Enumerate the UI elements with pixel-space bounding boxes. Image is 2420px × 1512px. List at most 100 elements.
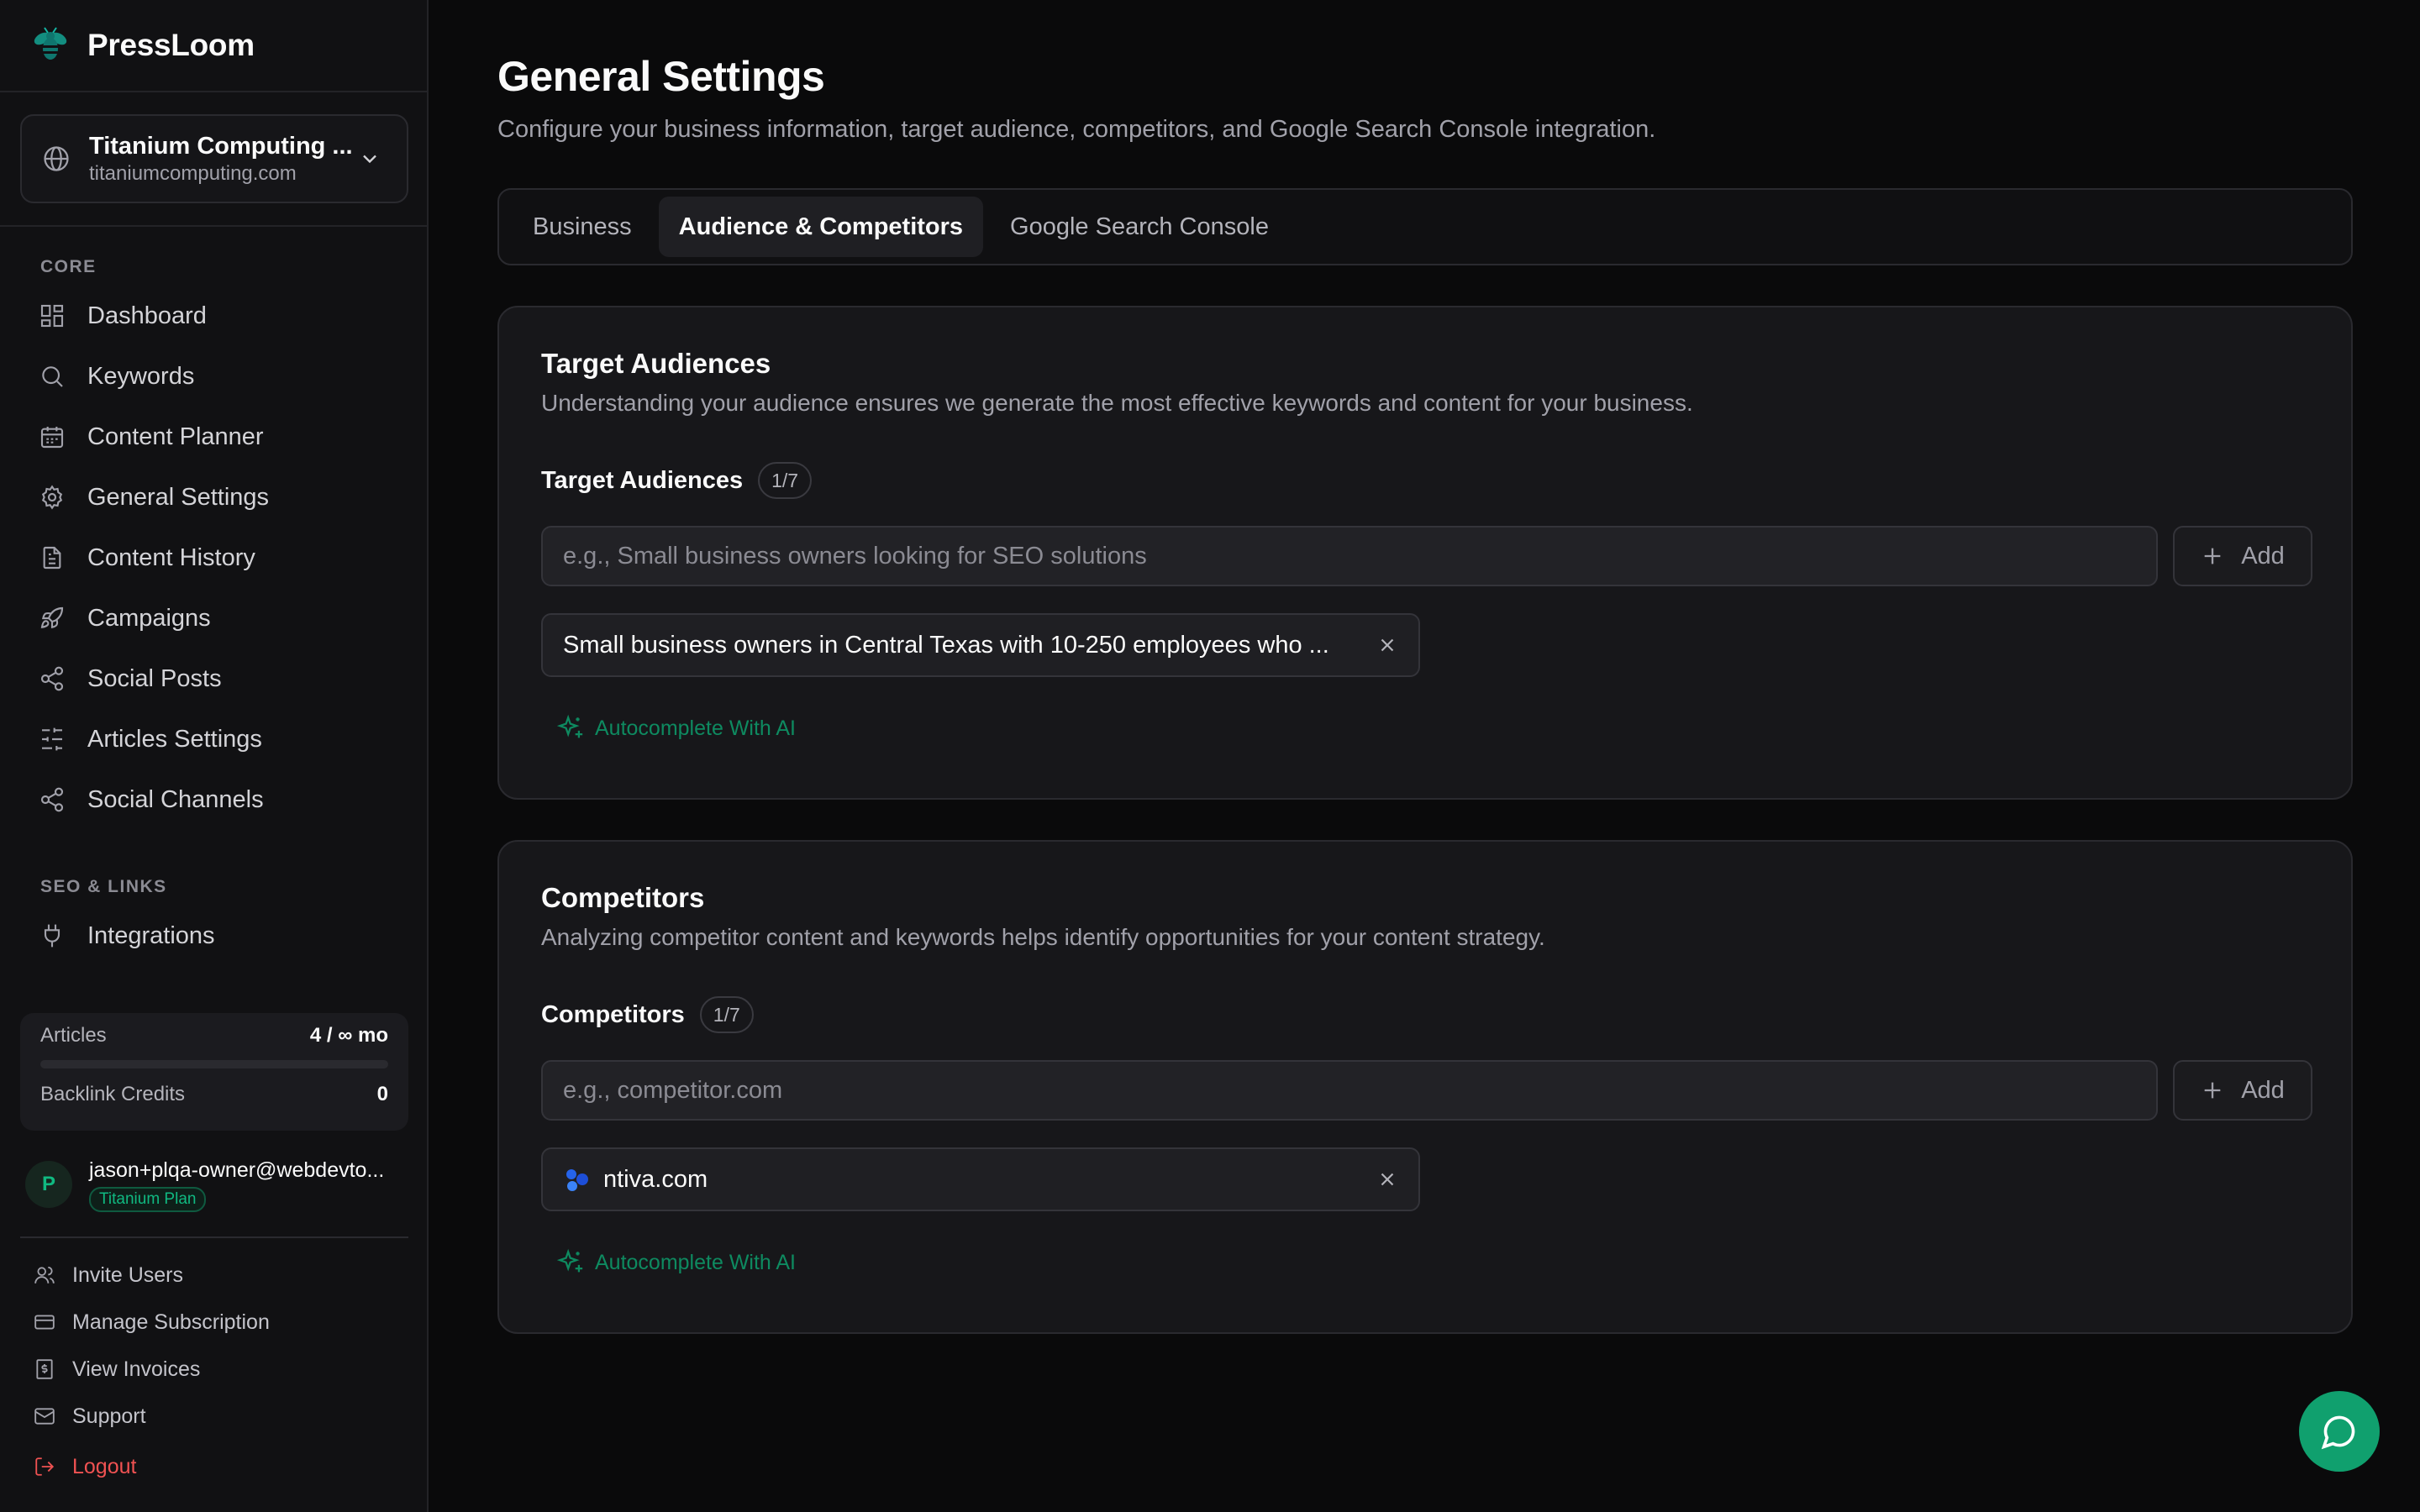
support-label: Support — [72, 1404, 146, 1428]
users-icon — [34, 1264, 55, 1286]
articles-label: Articles — [40, 1024, 107, 1047]
calendar-icon — [39, 423, 66, 450]
sidebar-item-label: Content Planner — [87, 423, 264, 450]
chat-button[interactable] — [2299, 1391, 2380, 1472]
sidebar-item-label: Keywords — [87, 362, 195, 390]
support-link[interactable]: Support — [0, 1393, 427, 1440]
bee-logo-icon — [30, 25, 71, 66]
tab-audience-competitors[interactable]: Audience & Competitors — [658, 197, 984, 257]
competitor-input[interactable] — [541, 1060, 2158, 1121]
globe-icon — [42, 144, 71, 173]
sidebar-item-content-history[interactable]: Content History — [0, 528, 427, 588]
sidebar-item-articles-settings[interactable]: Articles Settings — [0, 709, 427, 769]
logout-button[interactable]: Logout — [0, 1443, 427, 1490]
nav-seo: SEO & LINKS Integrations — [0, 869, 427, 966]
site-switcher[interactable]: Titanium Computing ... titaniumcomputing… — [20, 114, 408, 203]
tab-business[interactable]: Business — [513, 197, 652, 257]
card-description: Analyzing competitor content and keyword… — [541, 924, 1545, 950]
manage-subscription-label: Manage Subscription — [72, 1310, 270, 1334]
target-audiences-card: Target Audiences Understanding your audi… — [497, 306, 2353, 800]
competitors-card: Competitors Analyzing competitor content… — [497, 840, 2353, 1334]
invite-users-link[interactable]: Invite Users — [0, 1252, 427, 1299]
tab-google-search-console[interactable]: Google Search Console — [990, 197, 1289, 257]
user-email: jason+plqa-owner@webdevto... — [89, 1158, 385, 1182]
close-icon[interactable] — [1376, 634, 1398, 656]
search-icon — [39, 363, 66, 390]
add-label: Add — [2241, 1076, 2285, 1104]
close-icon[interactable] — [1376, 1168, 1398, 1190]
articles-progress-bar — [40, 1060, 388, 1068]
autocomplete-ai-label: Autocomplete With AI — [595, 1250, 797, 1274]
invite-users-label: Invite Users — [72, 1263, 183, 1287]
brand-name: PressLoom — [87, 28, 255, 62]
settings-tabs: Business Audience & Competitors Google S… — [497, 188, 2353, 265]
plus-icon — [2201, 544, 2224, 568]
share-icon — [39, 665, 66, 692]
add-competitor-button[interactable]: Add — [2173, 1060, 2312, 1121]
sidebar-item-keywords[interactable]: Keywords — [0, 346, 427, 407]
document-icon — [39, 544, 66, 571]
nav-heading-core: CORE — [40, 257, 97, 276]
card-title: Competitors — [541, 882, 705, 913]
competitor-chip: ntiva.com — [541, 1147, 1420, 1211]
site-info: Titanium Computing ... titaniumcomputing… — [89, 131, 358, 186]
user-account[interactable]: P jason+plqa-owner@webdevto... Titanium … — [25, 1156, 412, 1213]
audience-chip: Small business owners in Central Texas w… — [541, 613, 1420, 677]
sidebar-item-label: Articles Settings — [87, 725, 262, 753]
sliders-icon — [39, 726, 66, 753]
dashboard-icon — [39, 302, 66, 329]
sparkles-icon — [556, 1248, 585, 1277]
invoice-icon — [34, 1358, 55, 1380]
plan-badge: Titanium Plan — [89, 1187, 207, 1212]
page-title: General Settings — [497, 53, 825, 100]
manage-subscription-link[interactable]: Manage Subscription — [0, 1299, 427, 1346]
audience-input[interactable] — [541, 526, 2158, 586]
add-audience-button[interactable]: Add — [2173, 526, 2312, 586]
sidebar-item-label: Campaigns — [87, 604, 211, 632]
site-name: Titanium Computing ... — [89, 133, 353, 160]
nav-heading-seo: SEO & LINKS — [40, 877, 167, 896]
sidebar-item-label: Content History — [87, 543, 255, 571]
sidebar-item-label: Social Posts — [87, 664, 222, 692]
competitor-chip-text: ntiva.com — [603, 1165, 708, 1193]
sidebar: PressLoom Titanium Computing ... titaniu… — [0, 0, 429, 1512]
sidebar-item-social-posts[interactable]: Social Posts — [0, 648, 427, 709]
sidebar-item-label: Social Channels — [87, 785, 264, 813]
usage-card: Articles 4 / ∞ mo Backlink Credits 0 — [20, 1013, 408, 1131]
autocomplete-ai-button[interactable]: Autocomplete With AI — [556, 1248, 796, 1277]
field-label-text: Competitors — [541, 1000, 685, 1028]
sidebar-item-label: Dashboard — [87, 302, 207, 329]
sidebar-item-dashboard[interactable]: Dashboard — [0, 286, 427, 346]
chat-bubble-icon — [2321, 1413, 2358, 1450]
card-description: Understanding your audience ensures we g… — [541, 390, 1693, 416]
autocomplete-ai-button[interactable]: Autocomplete With AI — [556, 714, 796, 743]
brand-header[interactable]: PressLoom — [0, 0, 427, 92]
account-links: Invite Users Manage Subscription View In… — [0, 1252, 427, 1490]
view-invoices-label: View Invoices — [72, 1357, 201, 1381]
sidebar-item-general-settings[interactable]: General Settings — [0, 467, 427, 528]
sidebar-item-content-planner[interactable]: Content Planner — [0, 407, 427, 467]
sidebar-item-label: Integrations — [87, 921, 215, 949]
plus-icon — [2201, 1079, 2224, 1102]
view-invoices-link[interactable]: View Invoices — [0, 1346, 427, 1393]
ntiva-favicon-icon — [563, 1165, 592, 1194]
sidebar-item-integrations[interactable]: Integrations — [0, 906, 427, 966]
audience-chip-text: Small business owners in Central Texas w… — [563, 631, 1329, 659]
share-icon — [39, 786, 66, 813]
chevron-down-icon — [358, 147, 381, 171]
logout-label: Logout — [72, 1454, 137, 1478]
autocomplete-ai-label: Autocomplete With AI — [595, 716, 797, 740]
avatar: P — [25, 1161, 72, 1208]
sidebar-item-campaigns[interactable]: Campaigns — [0, 588, 427, 648]
backlink-value: 0 — [376, 1083, 388, 1105]
sidebar-item-social-channels[interactable]: Social Channels — [0, 769, 427, 830]
articles-value: 4 / ∞ mo — [309, 1024, 388, 1047]
divider — [20, 1236, 408, 1238]
rocket-icon — [39, 605, 66, 632]
field-label-text: Target Audiences — [541, 466, 744, 494]
gear-icon — [39, 484, 66, 511]
mail-icon — [34, 1405, 55, 1427]
backlink-usage: Backlink Credits 0 — [40, 1072, 388, 1117]
divider — [0, 225, 427, 227]
plug-icon — [39, 922, 66, 949]
